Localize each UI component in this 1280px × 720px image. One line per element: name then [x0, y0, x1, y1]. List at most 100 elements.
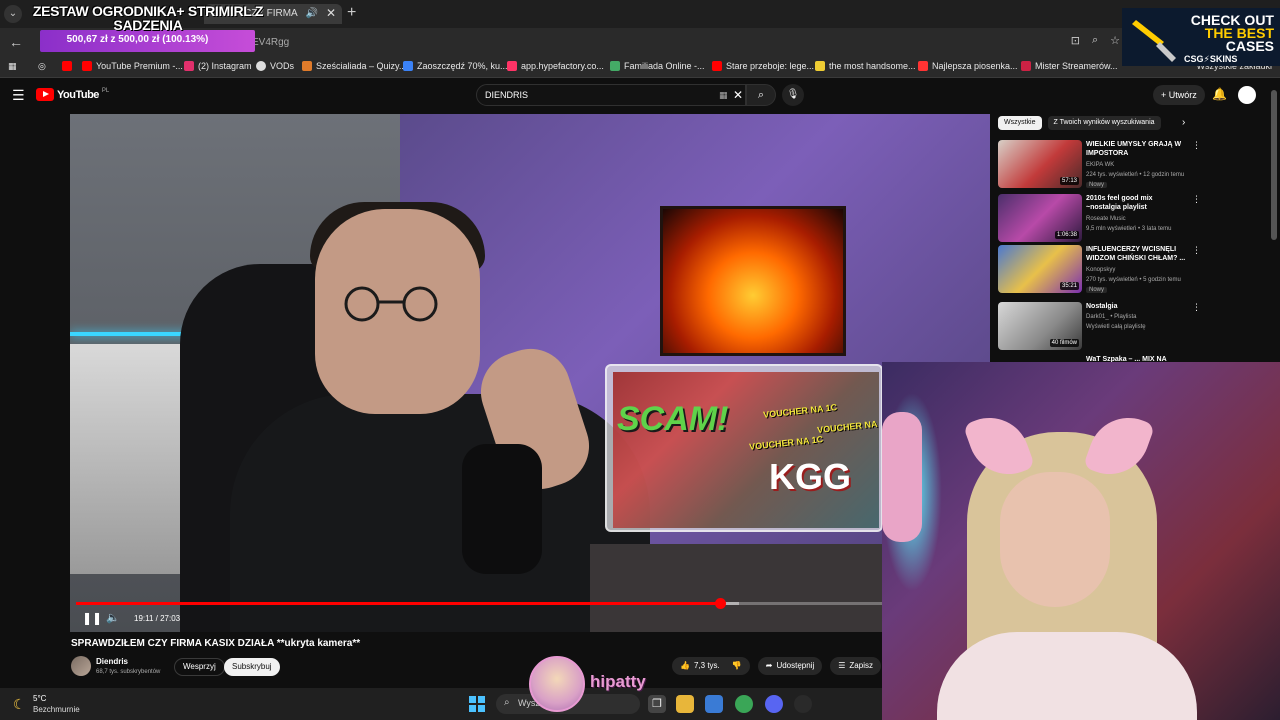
video-thumbnail[interactable]: 57:13 [998, 140, 1082, 188]
suggested-video-title: WIELKIE UMYSŁY GRAJĄ W IMPOSTORA [1086, 141, 1182, 157]
video-scene-glasses [344, 286, 438, 322]
discord-icon[interactable] [765, 695, 783, 713]
close-tab-icon[interactable]: ✕ [326, 6, 336, 20]
weather-temperature: 5°C [33, 694, 47, 703]
bookmark-item-4[interactable]: Zaoszczędź 70%, ku... [403, 61, 508, 71]
moon-weather-icon[interactable]: ☾ [13, 696, 26, 713]
subscribe-button[interactable]: Subskrybuj [224, 658, 280, 676]
search-button[interactable]: ⌕ [746, 84, 776, 106]
tab-audio-icon[interactable]: 🔊 [306, 8, 318, 19]
chevron-right-icon[interactable]: › [1182, 117, 1185, 128]
hamburger-menu-icon[interactable]: ☰ [12, 87, 25, 104]
bookmark-item-2[interactable]: VODs [256, 61, 294, 71]
csg-brand: CSG⚡SKINS [1184, 54, 1238, 64]
suggested-video-meta: 224 tys. wyświetleń • 12 godzin temu [1086, 172, 1185, 178]
clear-search-icon[interactable]: ✕ [733, 88, 743, 102]
file-explorer-icon[interactable] [676, 695, 694, 713]
create-button[interactable]: + Utwórz [1153, 85, 1205, 105]
suggested-video-channel: EKIPA WK [1086, 162, 1115, 168]
bookmark-favicon [712, 61, 722, 71]
knife-icon [1132, 20, 1176, 62]
more-options-icon[interactable]: ⋮ [1192, 245, 1201, 256]
voice-search-button[interactable]: 🎙 [782, 84, 804, 106]
bookmark-favicon [507, 61, 517, 71]
search-input[interactable] [485, 90, 685, 100]
notifications-bell-icon[interactable]: 🔔 [1212, 87, 1227, 101]
video-scene-person-body [230, 394, 650, 632]
store-icon[interactable] [705, 695, 723, 713]
webcam-person-dress [937, 632, 1197, 720]
bookmark-item-0[interactable]: YouTube Premium -... [82, 61, 183, 71]
bookmark-item-8[interactable]: the most handsome... [815, 61, 916, 71]
apps-grid-icon[interactable]: ▦ [8, 61, 17, 72]
pause-icon[interactable]: ❚❚ [82, 611, 102, 625]
suggested-playlist[interactable]: 40 filmów Nostalgia Dark01_ • Playlista … [998, 302, 1208, 354]
webcam-microphone [882, 412, 922, 542]
bookmark-item-3[interactable]: Sześcialiada – Quizy... [302, 61, 406, 71]
suggested-video-title: 2010s feel good mix ~nostalgia playlist [1086, 195, 1153, 211]
task-view-icon[interactable]: ❐ [648, 695, 666, 713]
video-thumbnail[interactable]: 1:06:38 [998, 194, 1082, 242]
bookmark-item-10[interactable]: Mister Streamerów... [1021, 61, 1118, 71]
bookmark-favicon [302, 61, 312, 71]
bookmark-item-9[interactable]: Najlepsza piosenka... [918, 61, 1018, 71]
account-avatar[interactable] [1238, 86, 1256, 104]
windows-start-icon[interactable] [469, 696, 485, 712]
chrome-icon[interactable] [735, 695, 753, 713]
bookmark-favicon [403, 61, 413, 71]
subscriber-count: 68,7 tys. subskrybentów [96, 669, 161, 675]
search-box[interactable]: ▦ ✕ [476, 84, 746, 106]
suggested-video[interactable]: 1:06:38 2010s feel good mix ~nostalgia p… [998, 194, 1208, 246]
more-options-icon[interactable]: ⋮ [1192, 302, 1201, 313]
suggested-video-meta: 9,5 mln wyświetleń • 3 lata temu [1086, 226, 1172, 232]
more-options-icon[interactable]: ⋮ [1192, 140, 1201, 151]
suggested-video[interactable]: 57:13 WIELKIE UMYSŁY GRAJĄ W IMPOSTORA E… [998, 140, 1208, 192]
save-button[interactable]: ☰ Zapisz [830, 657, 881, 675]
channel-name[interactable]: Diendris [96, 657, 128, 666]
video-overlay-scam-card: SCAM! VOUCHER NA 1C VOUCHER NA VOUCHER N… [605, 364, 883, 532]
bookmark-item-5[interactable]: app.hypefactory.co... [507, 61, 604, 71]
bookmark-youtube-icon[interactable] [62, 61, 72, 71]
filter-chips: Wszystkie Z Twoich wyników wyszukiwania [998, 116, 1161, 130]
new-tab-button[interactable]: + [347, 4, 356, 22]
bookmark-icon-small[interactable]: ◎ [38, 61, 46, 72]
youtube-play-icon [36, 88, 54, 101]
thumbs-down-icon[interactable]: 👎 [732, 657, 742, 675]
chip-from-search[interactable]: Z Twoich wyników wyszukiwania [1047, 116, 1161, 130]
share-button[interactable]: ➦ Udostępnij [757, 657, 823, 675]
webcam-person-face [1000, 472, 1110, 607]
volume-icon[interactable]: 🔈 [106, 611, 120, 624]
app-icon[interactable] [794, 695, 812, 713]
bookmark-item-1[interactable]: (2) Instagram [184, 61, 252, 71]
suggested-video-channel: Dark01_ • Playlista [1086, 314, 1137, 320]
bookmarks-bar: ▦ ◎ YouTube Premium -... (2) Instagram V… [0, 56, 1280, 78]
zoom-icon[interactable]: ⌕ [1092, 34, 1098, 47]
save-playlist-icon: ☰ [838, 661, 846, 670]
back-arrow-icon[interactable]: ← [9, 34, 23, 50]
goal-progress-bar: 500,67 zł z 500,00 zł (100.13%) [40, 30, 255, 52]
install-app-icon[interactable]: ⊡ [1071, 34, 1080, 47]
bookmark-item-6[interactable]: Familiada Online -... [610, 61, 705, 71]
chip-all[interactable]: Wszystkie [998, 116, 1042, 130]
view-playlist-link[interactable]: Wyświetl całą playlistę [1086, 324, 1146, 330]
bookmark-item-7[interactable]: Stare przeboje: lege... [712, 61, 814, 71]
like-button[interactable]: 👍 7,3 tys. 👎 [672, 657, 750, 675]
video-thumbnail[interactable]: 35:21 [998, 245, 1082, 293]
bookmark-star-icon[interactable]: ☆ [1110, 34, 1120, 47]
keyboard-icon[interactable]: ▦ [719, 90, 728, 101]
tab-list-button[interactable]: ⌄ [4, 5, 22, 23]
join-button[interactable]: Wesprzyj [174, 658, 225, 676]
goal-title: ZESTAW OGRODNIKA+ STRIMIRL Z SADZENIA [32, 3, 264, 33]
suggested-video[interactable]: 35:21 INFLUENCERZY WCISNĘLI WIDZOM CHIŃS… [998, 245, 1208, 297]
suggested-video-channel: Konopskyy [1086, 267, 1116, 273]
video-progress-bar[interactable] [76, 598, 984, 609]
youtube-logo[interactable]: YouTube PL [36, 88, 109, 101]
more-options-icon[interactable]: ⋮ [1192, 194, 1201, 205]
playlist-thumbnail[interactable]: 40 filmów [998, 302, 1082, 350]
video-title: SPRAWDZIŁEM CZY FIRMA KASIX DZIAŁA **ukr… [71, 638, 361, 649]
suggested-video-channel: Roseate Music [1086, 216, 1126, 222]
channel-avatar[interactable] [71, 656, 91, 676]
video-player[interactable]: SCAM! VOUCHER NA 1C VOUCHER NA VOUCHER N… [70, 114, 990, 632]
scam-card-thumbnail [613, 372, 879, 528]
page-scrollbar[interactable] [1271, 90, 1277, 240]
